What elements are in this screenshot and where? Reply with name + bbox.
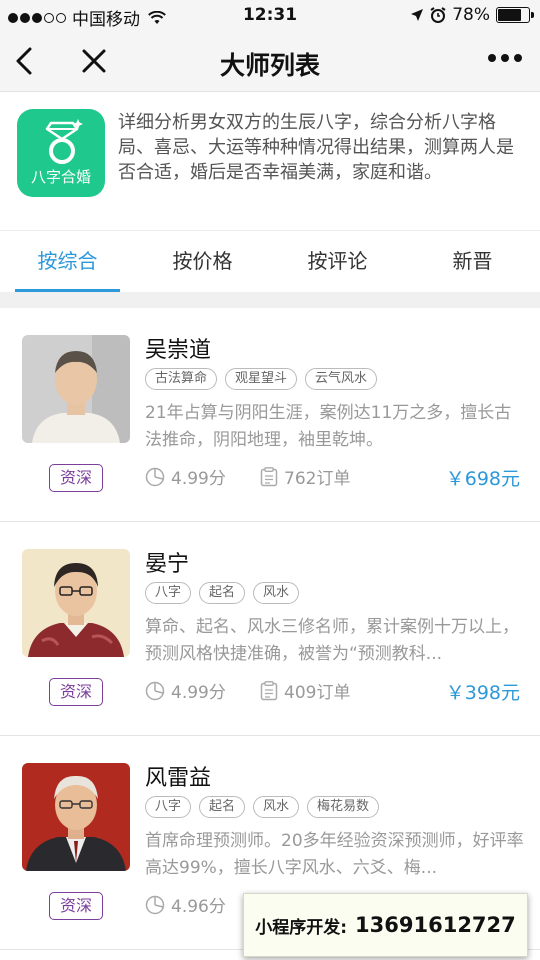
app-icon: 八字合婚 [17, 109, 105, 197]
clipboard-icon [260, 466, 278, 486]
avatar[interactable] [22, 763, 130, 871]
tag: 梅花易数 [307, 796, 380, 818]
tab-new[interactable]: 新晋 [405, 231, 540, 292]
tag: 古法算命 [145, 368, 218, 390]
tag-list: 八字 起名 风水 梅花易数 [145, 796, 380, 818]
master-description: 算命、起名、风水三修名师，累计案例十万以上，预测风格快捷准确，被誉为“预测教科.… [145, 617, 519, 664]
master-name: 晏宁 [145, 552, 190, 577]
order-count: 762订单 [260, 464, 350, 489]
rating: 4.99分 [145, 464, 226, 489]
tag: 八字 [145, 582, 192, 604]
price: ￥698元 [445, 468, 520, 490]
status-bar: 中国移动 12:31 78% [0, 0, 540, 32]
rating-value: 4.99分 [171, 683, 226, 703]
location-arrow-icon [411, 9, 424, 21]
pie-chart-icon [145, 895, 165, 914]
rating: 4.99分 [145, 678, 226, 703]
tag: 起名 [199, 796, 246, 818]
app-icon-label: 八字合婚 [30, 168, 91, 186]
master-list: 资深 吴崇道 古法算命 观星望斗 云气风水 21年占算与阴阳生涯，案例达11万之… [0, 308, 540, 950]
tag: 起名 [199, 582, 246, 604]
tag-list: 八字 起名 风水 [145, 582, 300, 604]
tag: 风水 [253, 796, 300, 818]
nav-bar: 大师列表 [0, 32, 540, 92]
master-name: 风雷益 [145, 766, 212, 791]
battery-level [498, 9, 522, 21]
rating-value: 4.96分 [171, 897, 226, 917]
master-stats: 4.99分 409订单 ￥398元 [145, 678, 520, 704]
sort-tabs: 按综合 按价格 按评论 新晋 [0, 230, 540, 292]
rating: 4.96分 [145, 892, 226, 917]
tab-comprehensive[interactable]: 按综合 [0, 231, 135, 292]
price: ￥398元 [445, 682, 520, 704]
alarm-clock-icon [430, 7, 446, 23]
avatar[interactable] [22, 335, 130, 443]
master-description: 首席命理预测师。20多年经验资深预测师，好评率高达99%，擅长八字风水、六爻、梅… [145, 831, 524, 878]
page-title: 大师列表 [219, 51, 320, 80]
tag: 观星望斗 [225, 368, 298, 390]
pie-chart-icon [145, 681, 165, 700]
diamond-ring-icon [45, 119, 83, 164]
clipboard-icon [260, 680, 278, 700]
battery-icon [496, 7, 534, 23]
developer-contact-banner: 小程序开发: 13691612727 [243, 893, 528, 957]
master-card[interactable]: 资深 吴崇道 古法算命 观星望斗 云气风水 21年占算与阴阳生涯，案例达11万之… [0, 308, 540, 522]
battery-percent: 78% [452, 5, 490, 25]
master-name: 吴崇道 [145, 338, 212, 363]
tab-price[interactable]: 按价格 [135, 231, 270, 292]
section-divider [0, 292, 540, 308]
pie-chart-icon [145, 467, 165, 486]
tag: 风水 [253, 582, 300, 604]
rating-value: 4.99分 [171, 469, 226, 489]
order-value: 409订单 [284, 683, 351, 703]
master-description: 21年占算与阴阳生涯，案例达11万之多，擅长古法推命，阴阳地理，袖里乾坤。 [145, 403, 512, 450]
service-intro: 八字合婚 详细分析男女双方的生辰八字，综合分析八字格局、喜忌、大运等种种情况得出… [0, 92, 540, 230]
order-value: 762订单 [284, 469, 351, 489]
master-stats: 4.99分 762订单 ￥698元 [145, 464, 520, 490]
avatar[interactable] [22, 549, 130, 657]
level-badge: 资深 [49, 464, 103, 492]
master-card[interactable]: 资深 晏宁 八字 起名 风水 算命、起名、风水三修名师，累计案例十万以上，预测风… [0, 522, 540, 736]
more-dots-icon[interactable] [488, 54, 522, 62]
tab-reviews[interactable]: 按评论 [270, 231, 405, 292]
order-count: 409订单 [260, 678, 350, 703]
developer-label: 小程序开发: [255, 917, 348, 938]
level-badge: 资深 [49, 678, 103, 706]
developer-phone: 13691612727 [355, 913, 516, 937]
tag-list: 古法算命 观星望斗 云气风水 [145, 368, 378, 390]
intro-description: 详细分析男女双方的生辰八字，综合分析八字格局、喜忌、大运等种种情况得出结果，测算… [118, 112, 514, 183]
level-badge: 资深 [49, 892, 103, 920]
status-right: 78% [410, 5, 534, 25]
tag: 八字 [145, 796, 192, 818]
tag: 云气风水 [305, 368, 378, 390]
